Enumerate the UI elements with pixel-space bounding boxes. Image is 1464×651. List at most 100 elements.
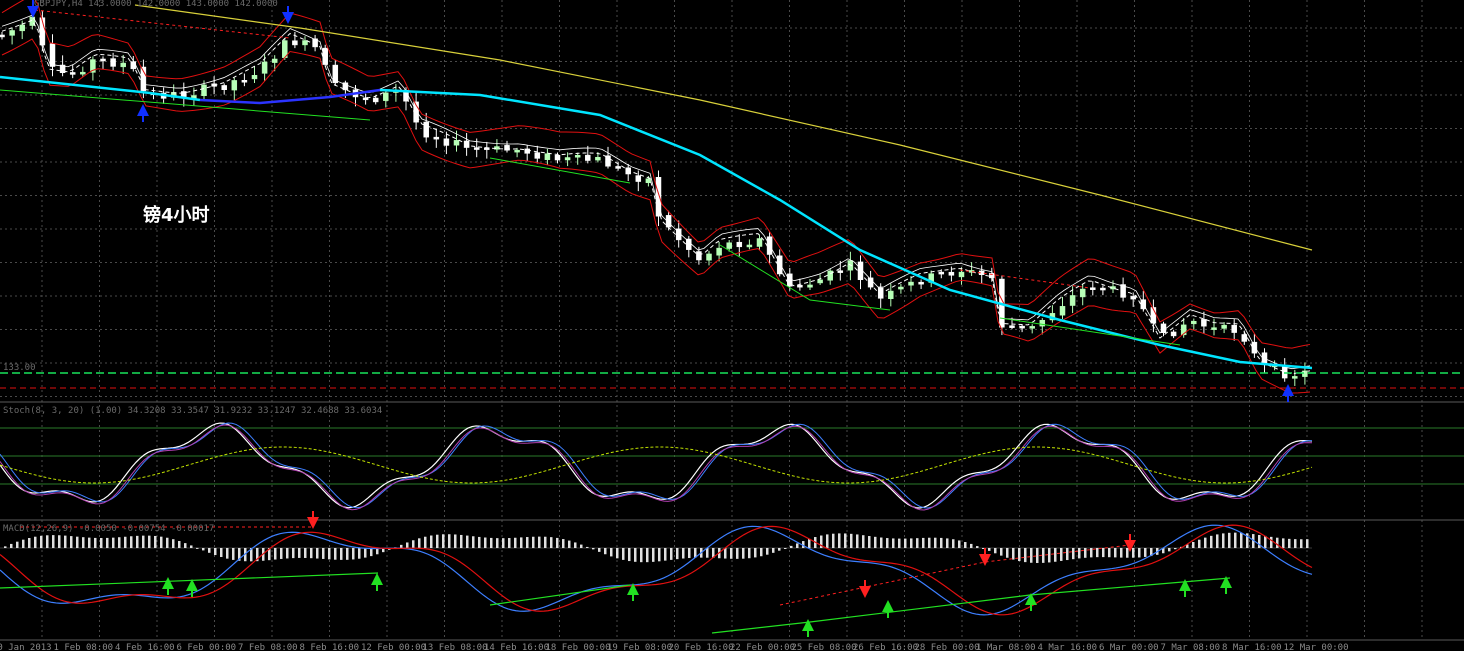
macd-histogram-bar [418,538,421,548]
macd-histogram-bar [574,542,577,548]
macd-histogram-bar [202,548,205,551]
macd-histogram-bar [784,548,787,549]
macd-histogram-bar [400,544,403,548]
macd-histogram-bar [142,535,145,548]
macd-histogram-bar [868,536,871,548]
bear-candle [585,154,591,161]
macd-histogram-bar [622,548,625,560]
macd-histogram-bar [1000,548,1003,556]
macd-histogram-bar [706,548,709,558]
macd-histogram-bar [1216,534,1219,548]
macd-histogram-bar [178,541,181,548]
macd-histogram-bar [970,543,973,548]
bear-candle [443,138,450,146]
time-axis-label: 7 Mar 08:00 [1161,643,1221,651]
macd-histogram-bar [16,541,19,548]
bear-candle [100,58,106,62]
macd-histogram-bar [1102,548,1105,558]
macd-histogram-bar [1012,548,1015,560]
macd-histogram-bar [1072,548,1075,560]
macd-histogram-bar [508,538,511,548]
time-axis-label: 28 Feb 00:00 [915,643,980,651]
macd-histogram-bar [502,538,505,548]
macd-histogram-bar [556,537,559,548]
bear-candle [0,34,5,38]
macd-histogram-bar [754,548,757,558]
time-axis-label: 8 Mar 16:00 [1222,643,1282,651]
macd-histogram-bar [1288,538,1291,548]
macd-histogram-bar [196,547,199,549]
macd-histogram-bar [328,548,331,560]
bull-candle [888,290,894,299]
bull-candle [1221,324,1227,329]
macd-histogram-bar [844,533,847,548]
time-axis-label: 4 Feb 16:00 [115,643,175,651]
macd-histogram-bar [1264,535,1267,548]
time-axis-label: 1 Mar 08:00 [976,643,1036,651]
time-axis-label: 6 Feb 00:00 [177,643,237,651]
bear-candle [1241,334,1248,342]
bear-candle [948,271,955,276]
bear-candle [1130,296,1136,300]
bull-candle [716,247,722,256]
macd-histogram-bar [298,548,301,558]
macd-histogram-bar [1228,532,1231,548]
time-axis-label: 12 Mar 00:00 [1284,643,1349,651]
time-axis-label: 25 Feb 08:00 [792,643,857,651]
bull-candle [514,149,520,153]
macd-histogram-bar [106,537,109,548]
bull-candle [1059,306,1066,316]
macd-histogram-bar [346,548,349,560]
macd-histogram-bar [562,539,565,548]
macd-histogram-bar [334,548,337,560]
macd-histogram-bar [910,538,913,548]
bear-candle [635,175,642,182]
bull-candle [19,24,25,32]
macd-histogram-bar [1144,548,1147,557]
stochastic-header: Stoch(8, 3, 20) (1.00) 34.3208 33.3547 3… [3,406,383,416]
macd-histogram-bar [340,548,343,560]
macd-histogram-bar [28,538,31,548]
macd-histogram-bar [304,548,307,558]
macd-histogram-bar [742,548,745,559]
macd-histogram-bar [850,533,853,548]
trading-chart[interactable]: 30 Jan 20131 Feb 08:004 Feb 16:006 Feb 0… [0,0,1464,651]
macd-histogram-bar [22,539,25,548]
bear-candle [1009,325,1015,328]
macd-histogram-bar [1048,548,1051,563]
bull-candle [564,157,571,161]
bull-candle [1039,319,1046,327]
bull-candle [1191,321,1197,325]
bear-candle [292,40,298,46]
macd-histogram-bar [616,548,619,559]
time-axis-label: 12 Feb 00:00 [361,643,426,651]
macd-histogram-bar [166,537,169,548]
macd-histogram-bar [190,545,193,548]
bear-candle [1170,331,1177,337]
macd-histogram-bar [940,537,943,548]
bull-candle [453,140,460,146]
macd-histogram-bar [4,546,7,548]
macd-histogram-bar [808,538,811,548]
macd-histogram-bar [286,548,289,559]
bull-candle [898,286,904,290]
macd-histogram-bar [1114,548,1117,558]
macd-sell-arrow [979,554,991,566]
macd-histogram-bar [1120,548,1123,558]
macd-histogram-bar [406,542,409,548]
macd-histogram-bar [70,536,73,548]
bull-candle [383,92,389,101]
macd-histogram-bar [766,548,769,555]
macd-histogram-bar [358,548,361,559]
macd-histogram-bar [1090,548,1093,558]
bear-candle [534,152,541,159]
macd-histogram-bar [928,537,931,548]
bear-candle [776,255,783,275]
bear-candle [181,91,187,98]
bear-candle [69,72,76,75]
bear-candle [1231,324,1237,333]
bear-candle [554,154,561,161]
macd-histogram-bar [160,536,163,548]
macd-histogram-bar [586,546,589,548]
macd-histogram-bar [862,535,865,548]
